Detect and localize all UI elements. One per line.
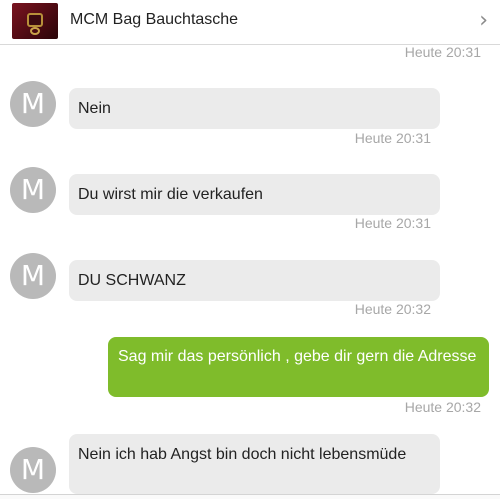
incoming-message-bubble[interactable]: Nein ich hab Angst bin doch nicht lebens… bbox=[69, 434, 440, 494]
incoming-message-bubble[interactable]: Nein bbox=[69, 88, 440, 129]
bag-ring-shape bbox=[30, 27, 40, 35]
incoming-message-bubble[interactable]: Du wirst mir die verkaufen bbox=[69, 174, 440, 215]
chevron-right-icon[interactable]: › bbox=[479, 8, 488, 33]
message-text: Sag mir das persönlich , gebe dir gern d… bbox=[118, 348, 477, 365]
message-timestamp: Heute 20:32 bbox=[404, 399, 481, 415]
incoming-message-bubble[interactable]: DU SCHWANZ bbox=[69, 260, 440, 301]
message-text: DU SCHWANZ bbox=[78, 272, 186, 289]
message-timestamp: Heute 20:31 bbox=[354, 215, 431, 231]
sender-avatar[interactable]: M bbox=[10, 253, 56, 299]
message-text: Nein ich hab Angst bin doch nicht lebens… bbox=[78, 446, 407, 463]
sender-avatar[interactable]: M bbox=[10, 447, 56, 493]
chat-header[interactable]: MCM Bag Bauchtasche › bbox=[0, 0, 500, 45]
message-text: Du wirst mir die verkaufen bbox=[78, 186, 263, 203]
input-bar-edge bbox=[0, 494, 500, 499]
sender-avatar[interactable]: M bbox=[10, 167, 56, 213]
message-timestamp: Heute 20:31 bbox=[354, 130, 431, 146]
message-text: Nein bbox=[78, 100, 111, 117]
item-thumbnail[interactable] bbox=[12, 3, 58, 39]
top-timestamp: Heute 20:31 bbox=[404, 44, 481, 60]
item-title[interactable]: MCM Bag Bauchtasche bbox=[70, 11, 238, 29]
message-timestamp: Heute 20:32 bbox=[354, 301, 431, 317]
sender-avatar[interactable]: M bbox=[10, 81, 56, 127]
outgoing-message-bubble[interactable]: Sag mir das persönlich , gebe dir gern d… bbox=[108, 337, 489, 397]
bag-clasp-shape bbox=[27, 13, 43, 27]
